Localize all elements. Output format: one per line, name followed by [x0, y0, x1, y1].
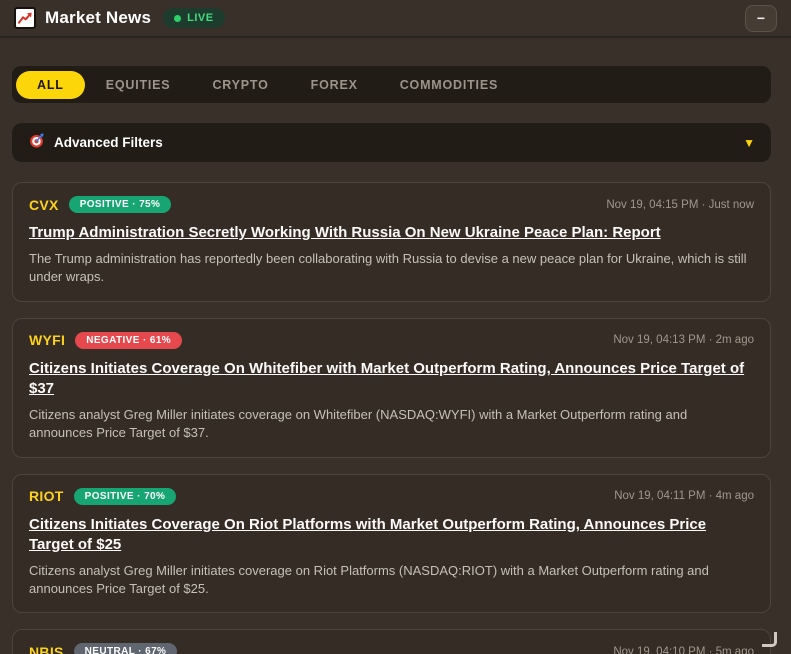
sentiment-badge: POSITIVE · 75% — [68, 196, 172, 213]
advanced-filters-toggle[interactable]: Advanced Filters ▼ — [12, 123, 771, 162]
ticker-symbol: NBIS — [29, 643, 64, 654]
page-title: Market News — [45, 8, 152, 27]
summary-text: The Trump administration has reportedly … — [29, 251, 747, 285]
ticker-symbol: CVX — [29, 196, 59, 213]
ticker-symbol: RIOT — [29, 488, 64, 504]
minimize-button[interactable]: − — [745, 4, 777, 32]
app-header: Market News LIVE − — [0, 0, 791, 38]
category-tabbar: ALL EQUITIES CRYPTO FOREX COMMODITIES — [12, 66, 771, 103]
minimize-icon: − — [756, 10, 766, 26]
tab-commodities[interactable]: COMMODITIES — [379, 71, 519, 99]
news-card: WYFI NEGATIVE · 61% Nov 19, 04:13 PM · 2… — [12, 317, 771, 458]
timestamp: Nov 19, 04:10 PM · 5m ago — [613, 645, 754, 654]
advanced-filters-label: Advanced Filters — [54, 135, 163, 150]
news-list: CVX POSITIVE · 75% Nov 19, 04:15 PM · Ju… — [12, 182, 771, 654]
sentiment-badge: NEUTRAL · 67% — [73, 643, 178, 654]
live-status-badge: LIVE — [163, 8, 225, 28]
headline-link[interactable]: Trump Administration Secretly Working Wi… — [29, 223, 754, 243]
headline-link[interactable]: Citizens Initiates Coverage On Whitefibe… — [29, 359, 754, 400]
chevron-down-icon[interactable]: ▼ — [743, 136, 755, 150]
live-label: LIVE — [187, 12, 214, 24]
news-card: CVX POSITIVE · 75% Nov 19, 04:15 PM · Ju… — [12, 182, 771, 302]
live-dot-icon — [174, 14, 182, 22]
sentiment-badge: POSITIVE · 70% — [73, 487, 177, 505]
summary-text: Citizens analyst Greg Miller initiates c… — [29, 563, 709, 597]
summary-text: Citizens analyst Greg Miller initiates c… — [29, 407, 688, 441]
tab-crypto[interactable]: CRYPTO — [191, 71, 289, 99]
news-card: RIOT POSITIVE · 70% Nov 19, 04:11 PM · 4… — [12, 473, 771, 614]
tab-forex[interactable]: FOREX — [290, 71, 379, 99]
headline-link[interactable]: Citizens Initiates Coverage On Riot Plat… — [29, 515, 754, 556]
timestamp: Nov 19, 04:11 PM · 4m ago — [614, 490, 754, 502]
target-icon — [28, 132, 45, 154]
tab-all[interactable]: ALL — [16, 70, 85, 99]
resize-handle[interactable] — [762, 632, 777, 647]
timestamp: Nov 19, 04:13 PM · 2m ago — [613, 334, 754, 347]
news-card: NBIS NEUTRAL · 67% Nov 19, 04:10 PM · 5m… — [12, 629, 771, 654]
ticker-symbol: WYFI — [29, 332, 66, 349]
sentiment-badge: NEGATIVE · 61% — [75, 331, 183, 349]
tab-equities[interactable]: EQUITIES — [85, 71, 192, 99]
chart-logo-icon — [14, 7, 36, 29]
timestamp: Nov 19, 04:15 PM · Just now — [606, 198, 754, 211]
